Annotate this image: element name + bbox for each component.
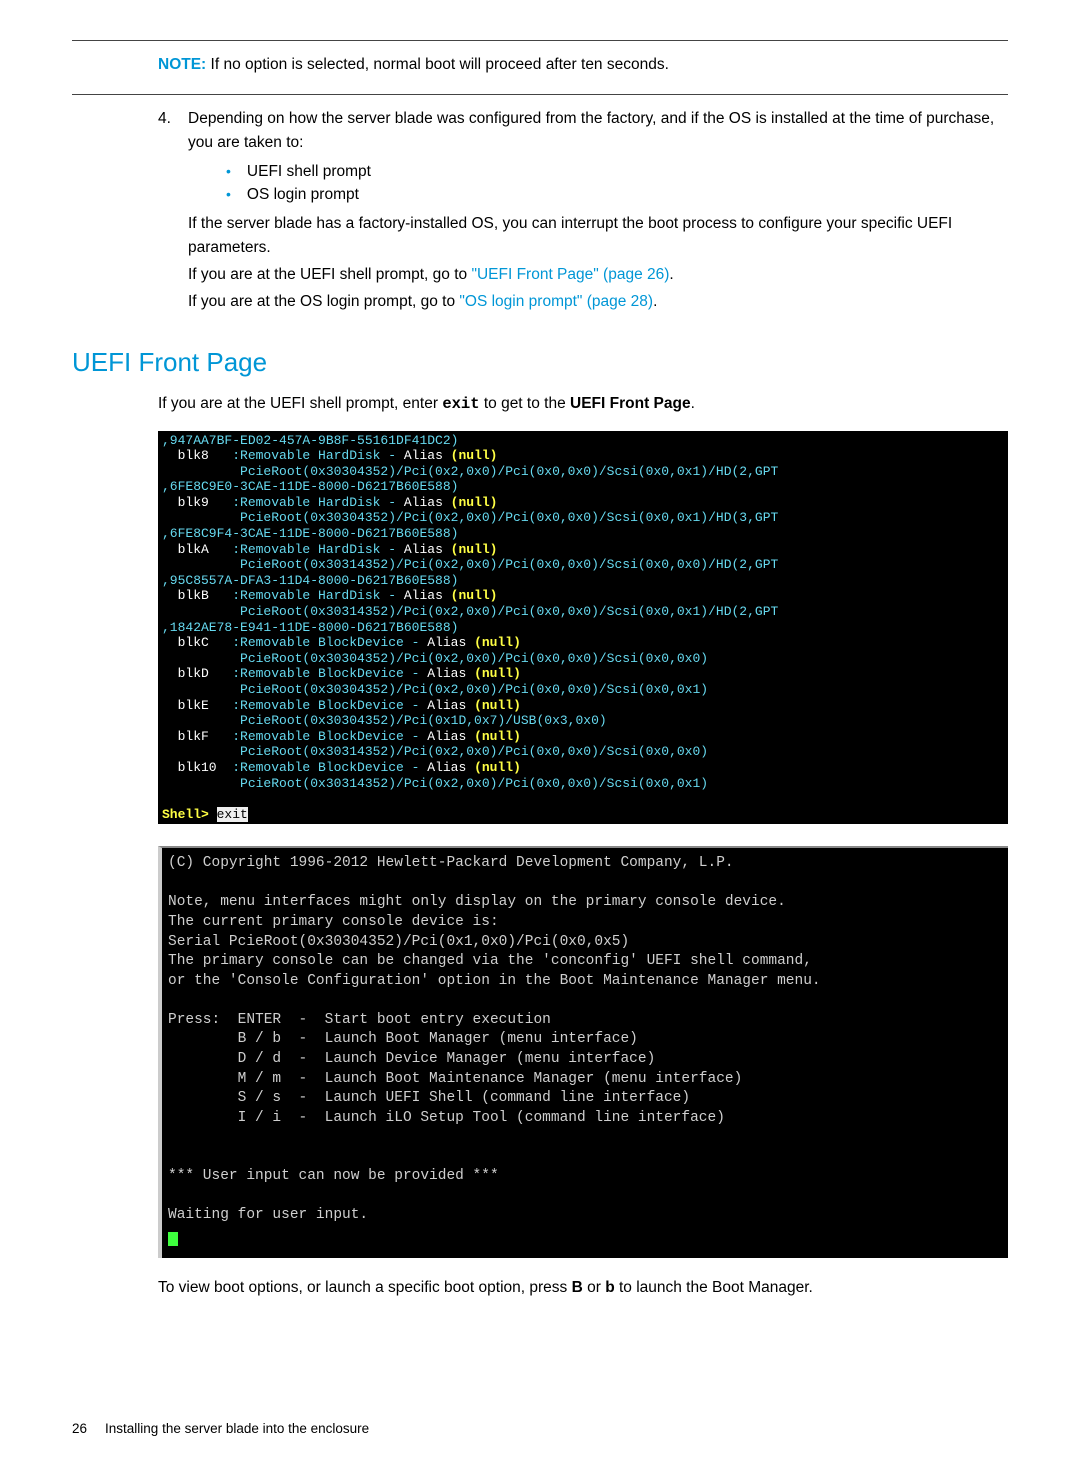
note-label: NOTE: <box>158 56 206 73</box>
link-os-login-prompt[interactable]: "OS login prompt" (page 28) <box>459 293 653 310</box>
section-intro: If you are at the UEFI shell prompt, ent… <box>72 392 1008 416</box>
list-item: OS login prompt <box>226 183 1008 206</box>
step-factory-note: If the server blade has a factory-instal… <box>188 212 1008 259</box>
link-uefi-front-page[interactable]: "UEFI Front Page" (page 26) <box>471 266 669 283</box>
footer-title: Installing the server blade into the enc… <box>105 1419 369 1439</box>
list-item: UEFI shell prompt <box>226 160 1008 183</box>
exit-command: exit <box>442 395 479 413</box>
boot-options-note: To view boot options, or launch a specif… <box>72 1276 1008 1299</box>
step-bullets: UEFI shell prompt OS login prompt <box>188 160 1008 207</box>
step-4: 4. Depending on how the server blade was… <box>72 107 1008 317</box>
page-number: 26 <box>72 1419 87 1439</box>
uefi-front-page-terminal: (C) Copyright 1996-2012 Hewlett-Packard … <box>158 846 1008 1257</box>
page-footer: 26 Installing the server blade into the … <box>72 1419 1008 1439</box>
note-text: If no option is selected, normal boot wi… <box>211 56 669 73</box>
step-number: 4. <box>158 107 188 317</box>
uefi-shell-terminal: ,947AA7BF-ED02-457A-9B8F-55161DF41DC2) b… <box>158 431 1008 825</box>
cursor-icon <box>168 1232 178 1246</box>
step-uefi-line: If you are at the UEFI shell prompt, go … <box>188 263 1008 286</box>
step-os-line: If you are at the OS login prompt, go to… <box>188 290 1008 313</box>
section-heading: UEFI Front Page <box>72 343 1008 382</box>
step-intro: Depending on how the server blade was co… <box>188 107 1008 154</box>
note-block: NOTE: If no option is selected, normal b… <box>72 53 1008 76</box>
